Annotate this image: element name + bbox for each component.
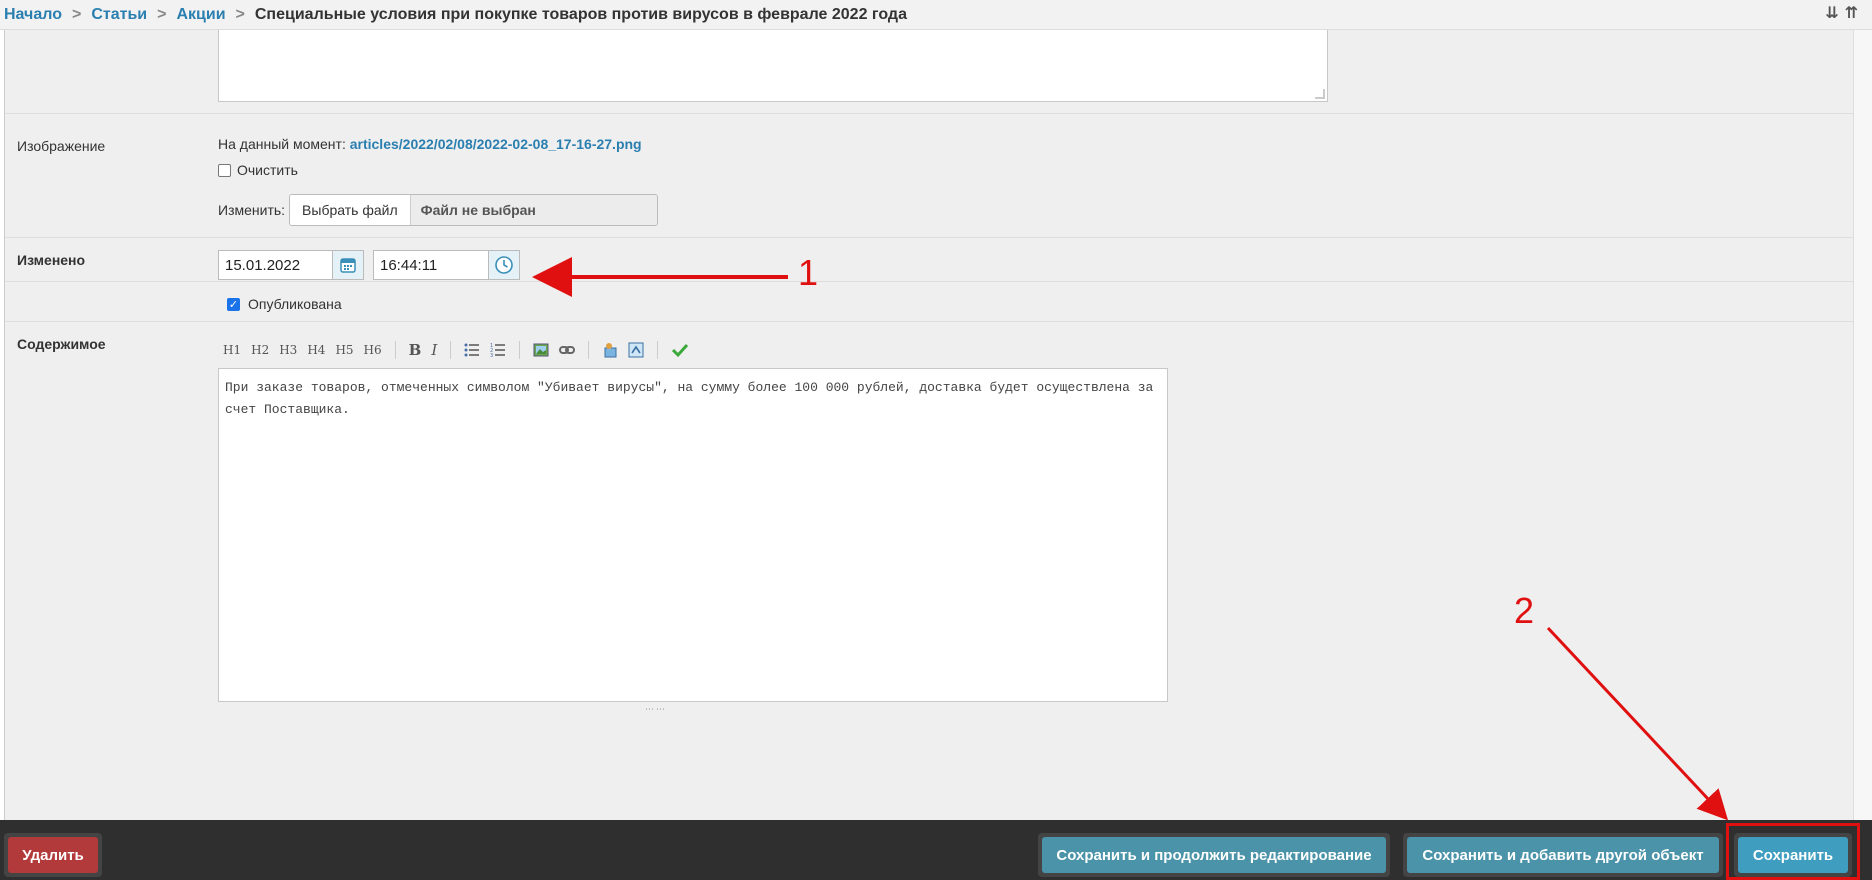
annotation-number-two: 2 [1514,590,1535,631]
annotation-arrows [532,257,1729,821]
arrow-two [1546,626,1729,821]
annotation-number-one: 1 [798,252,819,293]
